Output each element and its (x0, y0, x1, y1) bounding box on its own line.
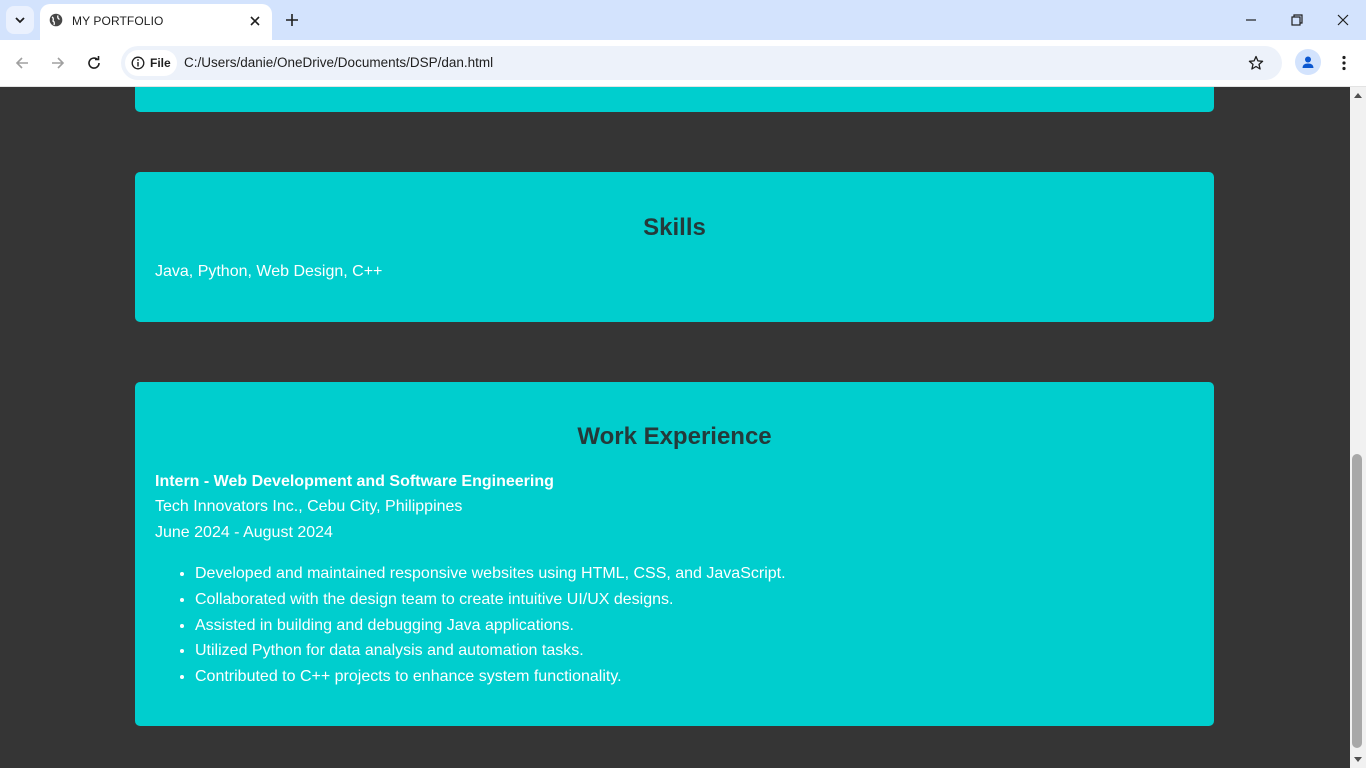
job-title: Intern - Web Development and Software En… (155, 473, 554, 490)
address-bar[interactable]: File C:/Users/danie/OneDrive/Documents/D… (121, 46, 1282, 80)
browser-toolbar: File C:/Users/danie/OneDrive/Documents/D… (0, 40, 1366, 87)
tab-search-button[interactable] (6, 6, 34, 34)
new-tab-button[interactable] (282, 10, 302, 30)
minimize-icon (1246, 19, 1256, 21)
tab-title: MY PORTFOLIO (72, 14, 164, 28)
job-duties-list: Developed and maintained responsive webs… (195, 565, 786, 694)
more-vertical-icon (1342, 55, 1346, 71)
previous-section-card (135, 87, 1214, 112)
site-info-chip[interactable]: File (125, 50, 177, 76)
star-icon (1248, 55, 1264, 70)
profile-button[interactable] (1295, 49, 1321, 75)
restore-button[interactable] (1274, 0, 1320, 40)
info-icon (131, 56, 145, 70)
list-item: Utilized Python for data analysis and au… (195, 642, 786, 668)
list-item: Assisted in building and debugging Java … (195, 617, 786, 643)
forward-button[interactable] (46, 51, 70, 75)
globe-icon (49, 13, 63, 27)
browser-menu-button[interactable] (1334, 51, 1354, 75)
scroll-up-button[interactable] (1350, 87, 1366, 103)
job-company: Tech Innovators Inc., Cebu City, Philipp… (155, 498, 463, 515)
skills-list: Java, Python, Web Design, C++ (155, 263, 383, 280)
url-text[interactable]: C:/Users/danie/OneDrive/Documents/DSP/da… (184, 55, 493, 70)
work-experience-heading: Work Experience (577, 423, 772, 450)
chevron-down-icon (15, 17, 25, 24)
job-dates: June 2024 - August 2024 (155, 524, 333, 541)
list-item: Developed and maintained responsive webs… (195, 565, 786, 591)
person-icon (1302, 56, 1314, 68)
tab-close-button[interactable] (246, 12, 264, 30)
bookmark-button[interactable] (1246, 53, 1266, 73)
skills-heading: Skills (643, 214, 706, 241)
scrollbar-thumb[interactable] (1352, 454, 1362, 748)
reload-button[interactable] (82, 51, 106, 75)
plus-icon (286, 14, 298, 26)
arrow-left-icon (15, 57, 28, 69)
list-item: Collaborated with the design team to cre… (195, 591, 786, 617)
active-tab[interactable]: MY PORTFOLIO (40, 4, 272, 40)
close-window-button[interactable] (1320, 0, 1366, 40)
caret-down-icon (1354, 757, 1362, 762)
close-icon (1337, 14, 1349, 26)
minimize-button[interactable] (1228, 0, 1274, 40)
tab-strip: MY PORTFOLIO (0, 0, 1366, 40)
arrow-right-icon (52, 57, 65, 69)
reload-icon (88, 56, 100, 69)
close-icon (250, 16, 260, 26)
page-viewport: Skills Java, Python, Web Design, C++ Wor… (0, 87, 1350, 768)
caret-up-icon (1354, 93, 1362, 98)
scroll-down-button[interactable] (1350, 752, 1366, 768)
skills-section: Skills Java, Python, Web Design, C++ (135, 172, 1214, 322)
list-item: Contributed to C++ projects to enhance s… (195, 668, 786, 694)
back-button[interactable] (10, 51, 34, 75)
work-experience-section: Work Experience Intern - Web Development… (135, 382, 1214, 726)
site-chip-label: File (150, 56, 171, 70)
restore-icon (1291, 14, 1303, 26)
vertical-scrollbar[interactable] (1350, 87, 1366, 768)
